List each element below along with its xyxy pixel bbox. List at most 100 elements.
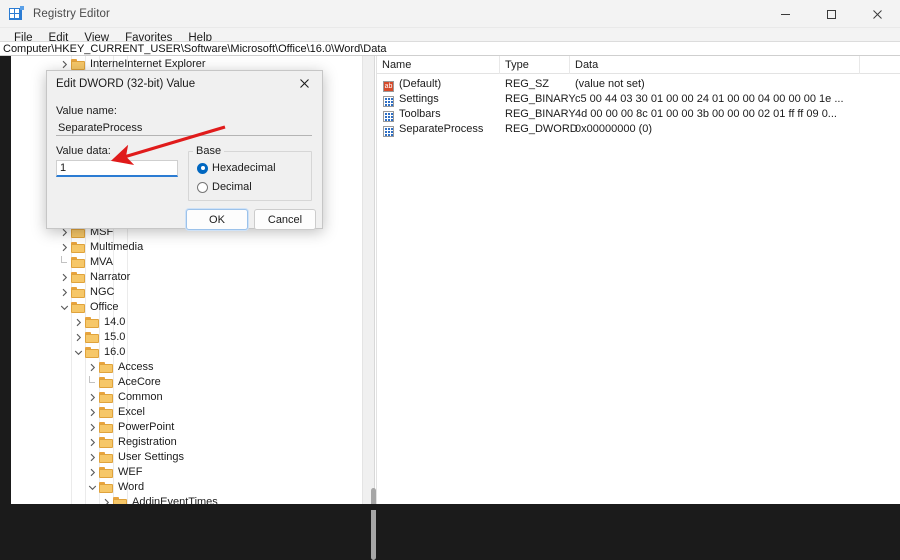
value-type-cell: REG_BINARY <box>505 93 576 105</box>
value-type-cell: REG_DWORD <box>505 123 578 135</box>
value-name-cell: SeparateProcess <box>399 123 484 135</box>
cancel-button[interactable]: Cancel <box>254 209 316 230</box>
tree-node[interactable]: 15.0 <box>11 330 362 345</box>
folder-icon <box>71 271 86 284</box>
column-header-data[interactable]: Data <box>570 56 860 74</box>
folder-icon <box>99 376 114 389</box>
chevron-right-icon[interactable] <box>72 316 85 329</box>
chevron-down-icon[interactable] <box>72 346 85 359</box>
value-data-input[interactable] <box>56 160 178 177</box>
value-type-cell: REG_BINARY <box>505 108 576 120</box>
tree-node[interactable]: MVA <box>11 255 362 270</box>
pane-splitter[interactable] <box>362 56 375 510</box>
tree-node[interactable]: Narrator <box>11 270 362 285</box>
tree-guide-tick <box>86 376 99 389</box>
chevron-right-icon[interactable] <box>86 406 99 419</box>
value-data-cell: 0x00000000 (0) <box>575 123 653 135</box>
folder-icon <box>99 466 114 479</box>
radio-decimal-label: Decimal <box>212 181 252 193</box>
tree-node[interactable]: 14.0 <box>11 315 362 330</box>
registry-path: Computer\HKEY_CURRENT_USER\Software\Micr… <box>3 42 387 55</box>
minimize-icon[interactable] <box>762 0 808 28</box>
chevron-right-icon[interactable] <box>86 391 99 404</box>
chevron-down-icon[interactable] <box>58 301 71 314</box>
tree-node[interactable]: Office <box>11 300 362 315</box>
column-header-type[interactable]: Type <box>500 56 570 74</box>
tree-node[interactable]: 16.0 <box>11 345 362 360</box>
values-list-header: Name Type Data <box>377 56 900 74</box>
chevron-right-icon[interactable] <box>58 286 71 299</box>
radio-hexadecimal-label: Hexadecimal <box>212 162 276 174</box>
tree-node[interactable]: Registration <box>11 435 362 450</box>
chevron-down-icon[interactable] <box>86 481 99 494</box>
tree-node[interactable]: Excel <box>11 405 362 420</box>
value-data-cell: 4d 00 00 00 8c 01 00 00 3b 00 00 00 02 0… <box>575 108 837 120</box>
folder-icon <box>71 241 86 254</box>
binary-value-icon <box>383 126 394 137</box>
value-row[interactable]: SeparateProcess REG_DWORD 0x00000000 (0) <box>377 122 900 137</box>
address-bar[interactable]: Computer\HKEY_CURRENT_USER\Software\Micr… <box>0 41 900 56</box>
tree-node[interactable]: WEF <box>11 465 362 480</box>
window-controls <box>762 0 900 28</box>
value-row[interactable]: Settings REG_BINARY c5 00 44 03 30 01 00 0… <box>377 92 900 107</box>
value-name-cell: (Default) <box>399 78 442 90</box>
chevron-right-icon[interactable] <box>72 331 85 344</box>
folder-icon <box>85 331 100 344</box>
folder-icon <box>71 286 86 299</box>
title-bar: Registry Editor <box>0 0 900 28</box>
value-data-label: Value data: <box>56 145 111 157</box>
tree-node[interactable]: User Settings <box>11 450 362 465</box>
tree-node-label: 15.0 <box>104 331 126 343</box>
folder-icon <box>99 481 114 494</box>
tree-node[interactable]: PowerPoint <box>11 420 362 435</box>
window-left-edge <box>0 56 11 510</box>
tree-node-label: 16.0 <box>104 346 126 358</box>
tree-node[interactable]: AceCore <box>11 375 362 390</box>
ok-button[interactable]: OK <box>186 209 248 230</box>
chevron-right-icon[interactable] <box>86 466 99 479</box>
tree-node-label: Narrator <box>90 271 131 283</box>
dialog-close-icon[interactable] <box>286 71 322 96</box>
tree-node-label: WEF <box>118 466 143 478</box>
values-list-pane[interactable]: Name Type Data ab (Default) REG_SZ (value n… <box>376 56 900 510</box>
folder-icon <box>99 361 114 374</box>
chevron-right-icon[interactable] <box>86 421 99 434</box>
tree-node-label: Registration <box>118 436 177 448</box>
tree-node-label: Multimedia <box>90 241 144 253</box>
column-header-name[interactable]: Name <box>377 56 500 74</box>
value-row[interactable]: Toolbars REG_BINARY 4d 00 00 00 8c 01 00 0… <box>377 107 900 122</box>
tree-node[interactable]: Access <box>11 360 362 375</box>
maximize-icon[interactable] <box>808 0 854 28</box>
value-name-input[interactable] <box>56 120 312 136</box>
tree-node[interactable]: NGC <box>11 285 362 300</box>
tree-node[interactable]: Common <box>11 390 362 405</box>
dialog-title-bar: Edit DWORD (32-bit) Value <box>47 71 322 96</box>
tree-node-label: Access <box>118 361 154 373</box>
registry-icon <box>9 5 25 22</box>
base-legend: Base <box>193 145 225 157</box>
window-bottom-edge <box>0 504 900 510</box>
folder-icon <box>85 316 100 329</box>
folder-icon <box>99 406 114 419</box>
folder-icon <box>99 436 114 449</box>
chevron-right-icon[interactable] <box>86 436 99 449</box>
radio-decimal[interactable]: Decimal <box>197 181 252 193</box>
chevron-right-icon[interactable] <box>86 451 99 464</box>
tree-node-label: Common <box>118 391 163 403</box>
binary-value-icon <box>383 111 394 122</box>
chevron-right-icon[interactable] <box>58 241 71 254</box>
tree-node-label: Word <box>118 481 145 493</box>
value-row[interactable]: ab (Default) REG_SZ (value not set) <box>377 77 900 92</box>
tree-node[interactable]: Multimedia <box>11 240 362 255</box>
tree-node[interactable]: Word <box>11 480 362 495</box>
registry-editor-window: Registry Editor File Edit View Favorites… <box>0 0 900 560</box>
chevron-right-icon[interactable] <box>58 271 71 284</box>
chevron-right-icon[interactable] <box>86 361 99 374</box>
folder-icon <box>99 391 114 404</box>
binary-value-icon <box>383 96 394 107</box>
radio-hexadecimal[interactable]: Hexadecimal <box>197 162 276 174</box>
tree-node-label: Office <box>90 301 119 313</box>
folder-icon <box>99 451 114 464</box>
value-name-cell: Toolbars <box>399 108 441 120</box>
close-icon[interactable] <box>854 0 900 28</box>
